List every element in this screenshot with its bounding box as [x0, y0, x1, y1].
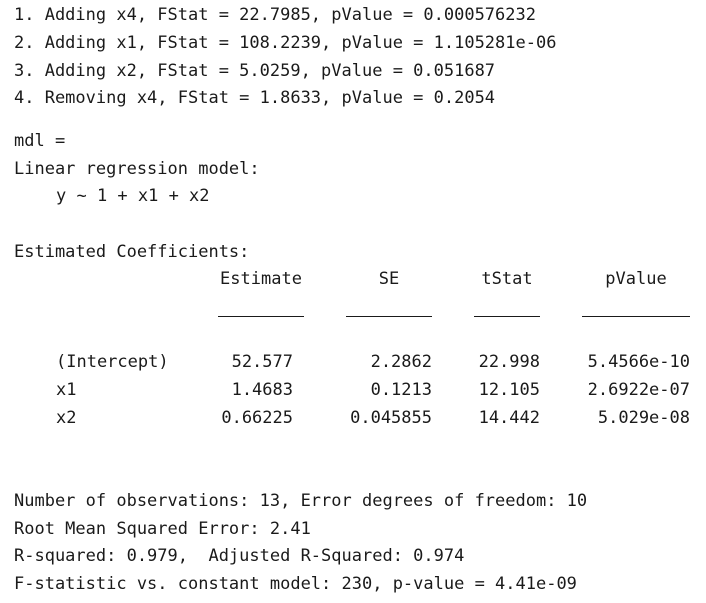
summary-line: Root Mean Squared Error: 2.41 [14, 519, 311, 539]
cell-pvalue: 5.4566e-10 [587, 352, 690, 372]
cell-estimate: 1.4683 [231, 380, 293, 400]
step-line: 4. Removing x4, FStat = 1.8633, pValue =… [14, 88, 496, 108]
cell-pvalue: 5.029e-08 [597, 408, 690, 428]
column-header-pvalue: pValue [605, 269, 667, 289]
summary-line: F-statistic vs. constant model: 230, p-v… [14, 574, 577, 594]
row-label: x1 [56, 380, 77, 400]
model-variable-line: mdl = [14, 131, 66, 151]
header-underline [346, 316, 432, 317]
step-line: 2. Adding x1, FStat = 108.2239, pValue =… [14, 33, 557, 53]
header-underline [474, 316, 540, 317]
column-header-tstat: tStat [481, 269, 533, 289]
row-label: x2 [56, 408, 77, 428]
step-line: 3. Adding x2, FStat = 5.0259, pValue = 0… [14, 61, 496, 81]
column-header-se: SE [378, 269, 400, 289]
column-header-estimate: Estimate [220, 269, 302, 289]
model-type-line: Linear regression model: [14, 159, 260, 179]
cell-se: 0.1213 [370, 380, 432, 400]
cell-estimate: 0.66225 [221, 408, 293, 428]
summary-line: R-squared: 0.979, Adjusted R-Squared: 0.… [14, 546, 465, 566]
row-label: (Intercept) [56, 352, 169, 372]
summary-line: Number of observations: 13, Error degree… [14, 491, 588, 511]
header-underline [582, 316, 690, 317]
cell-pvalue: 2.6922e-07 [587, 380, 690, 400]
cell-se: 0.045855 [350, 408, 432, 428]
cell-estimate: 52.577 [231, 352, 293, 372]
cell-tstat: 14.442 [478, 408, 540, 428]
header-underline [218, 316, 304, 317]
model-formula: y ~ 1 + x1 + x2 [56, 186, 210, 206]
cell-tstat: 12.105 [478, 380, 540, 400]
coefficients-heading: Estimated Coefficients: [14, 242, 250, 262]
cell-se: 2.2862 [370, 352, 432, 372]
step-line: 1. Adding x4, FStat = 22.7985, pValue = … [14, 5, 536, 25]
cell-tstat: 22.998 [478, 352, 540, 372]
